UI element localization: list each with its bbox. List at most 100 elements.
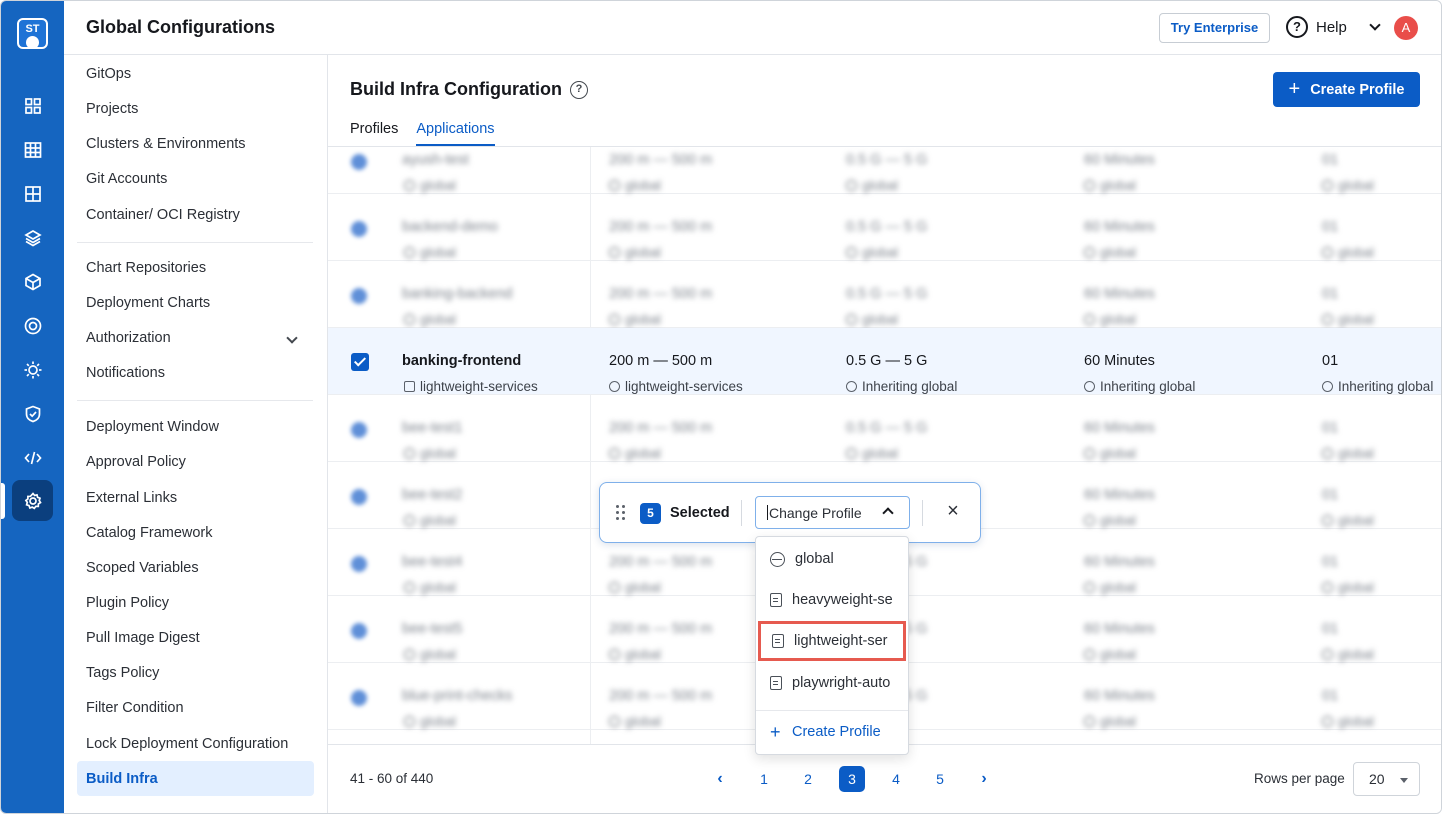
sidebar-item-catalog-framework[interactable]: Catalog Framework [86,525,213,541]
cpu-source-label: lightweight-services [625,379,743,394]
sidebar-item-container-registry[interactable]: Container/ OCI Registry [86,207,240,223]
menu-item-lightweight[interactable]: lightweight-ser [758,621,906,661]
menu-item-heavyweight[interactable]: heavyweight-se [756,581,908,619]
sidebar-item-deployment-window[interactable]: Deployment Window [86,419,219,435]
mem-source-label: global [862,312,899,327]
sun-gear-icon[interactable] [19,356,47,384]
mem-source: global [846,245,898,260]
node-source: global [1322,647,1374,662]
table-row[interactable]: banking-frontend lightweight-services 200 … [328,328,1441,395]
cpu-source: global [609,178,661,193]
chevron-down-icon[interactable] [286,332,298,344]
sidebar-item-projects[interactable]: Projects [86,101,138,117]
drag-handle-icon[interactable] [615,505,627,523]
help-label: Help [1316,18,1347,36]
code-icon[interactable] [19,444,47,472]
globe-icon [1322,716,1333,727]
globe-icon [609,716,620,727]
menu-item-global[interactable]: global [756,540,908,578]
row-checkbox[interactable] [351,489,367,505]
sidebar-item-external-links[interactable]: External Links [86,490,177,506]
sidebar-item-deployment-charts[interactable]: Deployment Charts [86,295,210,311]
sidebar-item-clusters-environments[interactable]: Clusters & Environments [86,136,246,152]
rows-per-page-select[interactable]: 20 [1353,762,1420,796]
timeout-source: global [1084,513,1136,528]
cube-icon[interactable] [19,268,47,296]
question-circle-icon[interactable]: ? [569,80,588,99]
globe-icon [609,448,620,459]
row-checkbox[interactable] [351,556,367,572]
row-checkbox[interactable] [351,221,367,237]
create-profile-button[interactable]: + Create Profile [1273,72,1420,107]
file-icon [772,634,784,648]
previous-page-icon[interactable]: ‹ [698,770,742,788]
org-logo[interactable]: ST [17,18,48,49]
tab-profiles[interactable]: Profiles [350,121,398,146]
sidebar-item-git-accounts[interactable]: Git Accounts [86,171,167,187]
user-avatar[interactable]: A [1394,16,1418,40]
row-checkbox[interactable] [351,154,367,170]
pagination: ‹ 1 2 3 4 5 › [698,766,1006,792]
create-profile-label: Create Profile [1310,81,1405,98]
app-profile: global [404,178,456,193]
timeout-value: 60 Minutes [1084,487,1155,503]
sidebar-item-build-infra[interactable]: Build Infra [86,771,158,787]
sidebar-item-notifications[interactable]: Notifications [86,365,165,381]
sidebar-item-pull-image-digest[interactable]: Pull Image Digest [86,630,200,646]
dashboard-grid-icon[interactable] [19,136,47,164]
globe-icon [404,582,415,593]
sidebar-item-scoped-variables[interactable]: Scoped Variables [86,560,199,576]
timeout-value: 60 Minutes [1084,152,1155,168]
chevron-up-icon [882,507,894,519]
settings-gear-icon[interactable] [19,487,47,515]
table-row[interactable]: banking-backend global 200 m — 500 m global… [328,261,1441,328]
page-5[interactable]: 5 [918,771,962,787]
sidebar-item-chart-repositories[interactable]: Chart Repositories [86,260,206,276]
timeout-source-label: global [1100,714,1137,729]
table-row[interactable]: backend-demo global 200 m — 500 m global 0.5… [328,194,1441,261]
row-checkbox[interactable] [351,353,369,371]
table-row[interactable]: ayush-test global 200 m — 500 m global 0.5 G… [328,147,1441,194]
globe-icon [770,551,785,567]
page-4[interactable]: 4 [874,771,918,787]
node-source-label: Inheriting global [1338,379,1434,394]
sidebar-item-filter-condition[interactable]: Filter Condition [86,700,184,716]
caret-down-icon [1400,778,1408,783]
cpu-value: 200 m — 500 m [609,554,713,570]
timeout-source-label: Inheriting global [1100,379,1196,394]
shield-check-icon[interactable] [19,400,47,428]
row-checkbox[interactable] [351,690,367,706]
tab-applications[interactable]: Applications [416,121,495,146]
node-source-label: global [1338,245,1375,260]
stack-icon[interactable] [19,224,47,252]
page-3-current[interactable]: 3 [839,766,865,792]
row-checkbox[interactable] [351,422,367,438]
close-icon[interactable]: × [943,501,963,521]
try-enterprise-button[interactable]: Try Enterprise [1159,13,1270,43]
page-1[interactable]: 1 [742,771,786,787]
cpu-value: 200 m — 500 m [609,688,713,704]
menu-item-playwright[interactable]: playwright-auto [756,664,908,702]
window-grid-icon[interactable] [19,180,47,208]
globe-icon [1322,180,1333,191]
target-icon[interactable] [19,312,47,340]
row-checkbox[interactable] [351,288,367,304]
sidebar-item-authorization[interactable]: Authorization [86,330,171,346]
help-menu[interactable]: ? Help [1286,16,1381,38]
sidebar-divider [77,400,313,401]
globe-icon [846,448,857,459]
sidebar-item-tags-policy[interactable]: Tags Policy [86,665,159,681]
sidebar-item-lock-deployment-configuration[interactable]: Lock Deployment Configuration [86,736,288,752]
change-profile-select[interactable]: Change Profile [755,496,910,529]
next-page-icon[interactable]: › [962,770,1006,788]
sidebar-item-gitops[interactable]: GitOps [86,66,131,82]
timeout-value: 60 Minutes [1084,688,1155,704]
sidebar-item-plugin-policy[interactable]: Plugin Policy [86,595,169,611]
sidebar-item-approval-policy[interactable]: Approval Policy [86,454,186,470]
row-checkbox[interactable] [351,623,367,639]
menu-create-profile[interactable]: + Create Profile [756,713,908,751]
menu-divider [756,710,908,711]
apps-grid-icon[interactable] [19,92,47,120]
table-row[interactable]: bee-test1 global 200 m — 500 m global 0.5 G … [328,395,1441,462]
page-2[interactable]: 2 [786,771,830,787]
